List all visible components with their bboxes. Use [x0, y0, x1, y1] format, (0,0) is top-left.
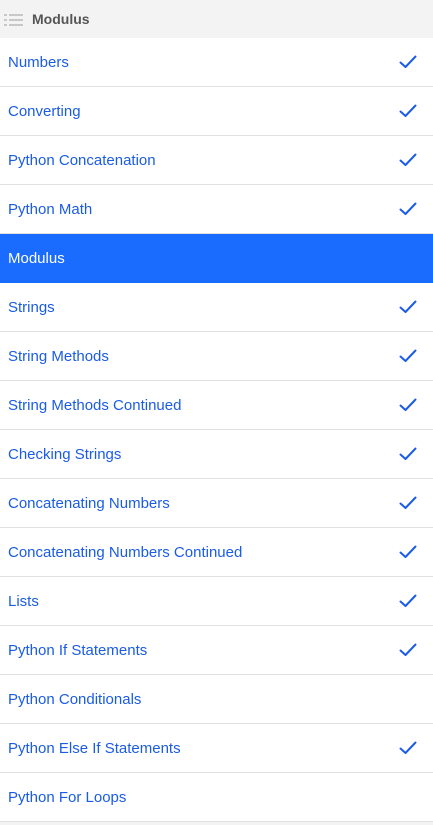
- lesson-item[interactable]: Python Concatenation: [0, 136, 433, 185]
- panel-title: Modulus: [32, 11, 90, 27]
- lesson-item-label: Numbers: [8, 53, 69, 71]
- lesson-item-label: Concatenating Numbers Continued: [8, 543, 243, 561]
- lesson-item-label: String Methods Continued: [8, 396, 182, 414]
- lesson-item-label: Python Else If Statements: [8, 739, 181, 757]
- lesson-item-label: Python Concatenation: [8, 151, 156, 169]
- lesson-item[interactable]: Python Conditionals: [0, 675, 433, 724]
- lesson-item[interactable]: Modulus: [0, 234, 433, 283]
- panel-header: Modulus: [0, 0, 433, 38]
- lesson-item-label: Python Conditionals: [8, 690, 142, 708]
- list-icon: [4, 13, 24, 26]
- check-icon: [399, 300, 417, 314]
- lesson-item[interactable]: Python Math: [0, 185, 433, 234]
- lesson-item[interactable]: String Methods Continued: [0, 381, 433, 430]
- lesson-item-label: Python If Statements: [8, 641, 148, 659]
- check-icon: [399, 741, 417, 755]
- check-icon: [399, 202, 417, 216]
- check-icon: [399, 398, 417, 412]
- lesson-item[interactable]: String Methods: [0, 332, 433, 381]
- lesson-item[interactable]: Checking Strings: [0, 430, 433, 479]
- lesson-item-label: Modulus: [8, 249, 65, 267]
- lesson-item[interactable]: Strings: [0, 283, 433, 332]
- lesson-item-label: Converting: [8, 102, 81, 120]
- lesson-item-label: Concatenating Numbers: [8, 494, 170, 512]
- check-icon: [399, 447, 417, 461]
- lesson-item[interactable]: Converting: [0, 87, 433, 136]
- lesson-item-label: String Methods: [8, 347, 109, 365]
- lesson-panel: Modulus Numbers Converting Python Concaten…: [0, 0, 433, 825]
- lesson-list: Numbers Converting Python Concatenation Pyt…: [0, 38, 433, 822]
- lesson-item-label: Python Math: [8, 200, 93, 218]
- lesson-item-label: Strings: [8, 298, 55, 316]
- check-icon: [399, 594, 417, 608]
- check-icon: [399, 104, 417, 118]
- lesson-item[interactable]: Python Else If Statements: [0, 724, 433, 773]
- check-icon: [399, 545, 417, 559]
- lesson-item[interactable]: Numbers: [0, 38, 433, 87]
- check-icon: [399, 349, 417, 363]
- lesson-item[interactable]: Python If Statements: [0, 626, 433, 675]
- lesson-item[interactable]: Python For Loops: [0, 773, 433, 822]
- lesson-item[interactable]: Concatenating Numbers Continued: [0, 528, 433, 577]
- lesson-item-label: Python For Loops: [8, 788, 127, 806]
- lesson-item-label: Lists: [8, 592, 39, 610]
- check-icon: [399, 153, 417, 167]
- check-icon: [399, 55, 417, 69]
- lesson-item[interactable]: Concatenating Numbers: [0, 479, 433, 528]
- lesson-item[interactable]: Lists: [0, 577, 433, 626]
- check-icon: [399, 643, 417, 657]
- check-icon: [399, 496, 417, 510]
- lesson-item-label: Checking Strings: [8, 445, 122, 463]
